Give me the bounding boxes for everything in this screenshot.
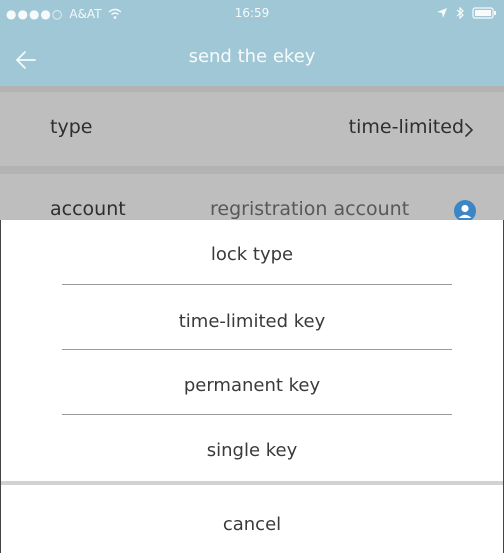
sheet-divider bbox=[62, 349, 452, 350]
app-header: ●●●●○ A&AT 16:59 send the ekey bbox=[0, 0, 504, 86]
status-right bbox=[436, 7, 498, 19]
nav-bar: send the ekey bbox=[0, 36, 504, 86]
status-time: 16:59 bbox=[234, 6, 270, 20]
battery-icon bbox=[472, 7, 496, 19]
sheet-title: lock type bbox=[210, 244, 294, 265]
type-label: type bbox=[50, 116, 93, 138]
location-arrow-icon bbox=[437, 8, 447, 18]
cancel-button[interactable]: cancel bbox=[0, 485, 504, 553]
row-separator bbox=[0, 166, 504, 174]
account-input[interactable]: regristration account bbox=[210, 198, 409, 220]
type-row[interactable]: type time-limited bbox=[0, 92, 504, 166]
status-bar: ●●●●○ A&AT 16:59 bbox=[0, 0, 504, 36]
permanent-key-option[interactable]: permanent key bbox=[0, 375, 504, 396]
bluetooth-icon bbox=[456, 7, 464, 19]
page-title: send the ekey bbox=[188, 46, 316, 67]
contact-icon[interactable] bbox=[454, 200, 476, 220]
lock-type-action-sheet: lock type time-limited key permanent key… bbox=[0, 220, 504, 553]
frame-border-left bbox=[0, 220, 1, 553]
account-row: account regristration account bbox=[0, 174, 504, 220]
cancel-label: cancel bbox=[222, 514, 282, 535]
single-key-option[interactable]: single key bbox=[0, 440, 504, 461]
chevron-right-icon bbox=[465, 123, 474, 137]
type-value: time-limited bbox=[348, 116, 464, 138]
sheet-divider bbox=[62, 284, 452, 285]
sheet-divider bbox=[62, 414, 452, 415]
account-label: account bbox=[50, 198, 126, 220]
time-limited-key-option[interactable]: time-limited key bbox=[0, 311, 504, 332]
screen: ●●●●○ A&AT 16:59 send the ekey type time… bbox=[0, 0, 504, 553]
